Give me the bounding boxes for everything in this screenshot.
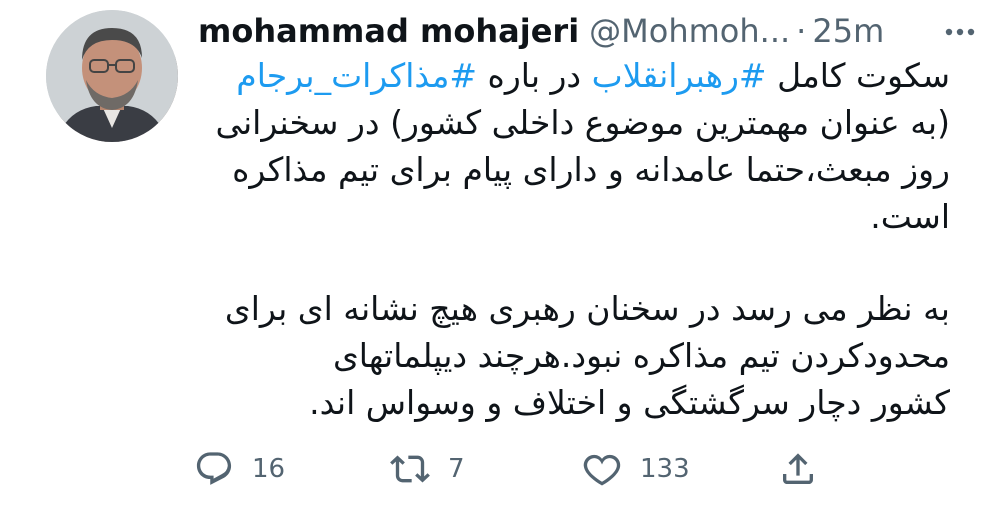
heart-icon: [583, 454, 621, 486]
reply-button[interactable]: 16: [194, 449, 285, 489]
retweet-count: 7: [448, 454, 465, 484]
like-count: 133: [640, 454, 690, 484]
profile-photo: [46, 10, 178, 142]
tweet-line: محدودکردن تیم مذاکره نبود.هرچند دیپلماته…: [332, 336, 950, 375]
user-handle[interactable]: @Mohmoh...: [589, 12, 790, 50]
tweet-line: (به عنوان مهمترین موضوع داخلی کشور) در س…: [215, 103, 950, 142]
timestamp[interactable]: 25m: [812, 12, 884, 50]
hashtag-link[interactable]: #مذاکرات_برجام: [236, 56, 477, 95]
like-button[interactable]: 133: [582, 449, 690, 489]
avatar[interactable]: [46, 10, 178, 142]
tweet-line: روز مبعث،حتما عامدانه و دارای پیام برای …: [232, 150, 950, 189]
tweet-line: است.: [870, 197, 950, 236]
tweet-text: سکوت کامل #رهبرانقلاب در باره #مذاکرات_ب…: [198, 52, 950, 426]
tweet-line: سکوت کامل #رهبرانقلاب در باره #مذاکرات_ب…: [198, 52, 950, 99]
more-options-icon[interactable]: [940, 14, 980, 50]
share-icon: [783, 453, 813, 484]
tweet-header: mohammad mohajeri @Mohmoh... · 25m: [198, 8, 980, 54]
separator: ·: [796, 12, 807, 50]
retweet-icon: [390, 455, 430, 483]
text-segment: سکوت کامل: [766, 56, 950, 95]
retweet-button[interactable]: 7: [390, 449, 465, 489]
display-name[interactable]: mohammad mohajeri: [198, 12, 579, 50]
hashtag-link[interactable]: #رهبرانقلاب: [592, 56, 767, 95]
action-bar: 16 7 133: [190, 449, 830, 497]
tweet-line: به نظر می رسد در سخنان رهبری هیچ نشانه ا…: [224, 289, 950, 328]
share-button[interactable]: [778, 449, 818, 489]
text-segment: در باره: [477, 56, 592, 95]
reply-icon: [196, 452, 232, 485]
reply-count: 16: [252, 454, 286, 484]
tweet-line: کشور دچار سرگشتگی و اختلاف و وسواس اند.: [309, 383, 950, 422]
